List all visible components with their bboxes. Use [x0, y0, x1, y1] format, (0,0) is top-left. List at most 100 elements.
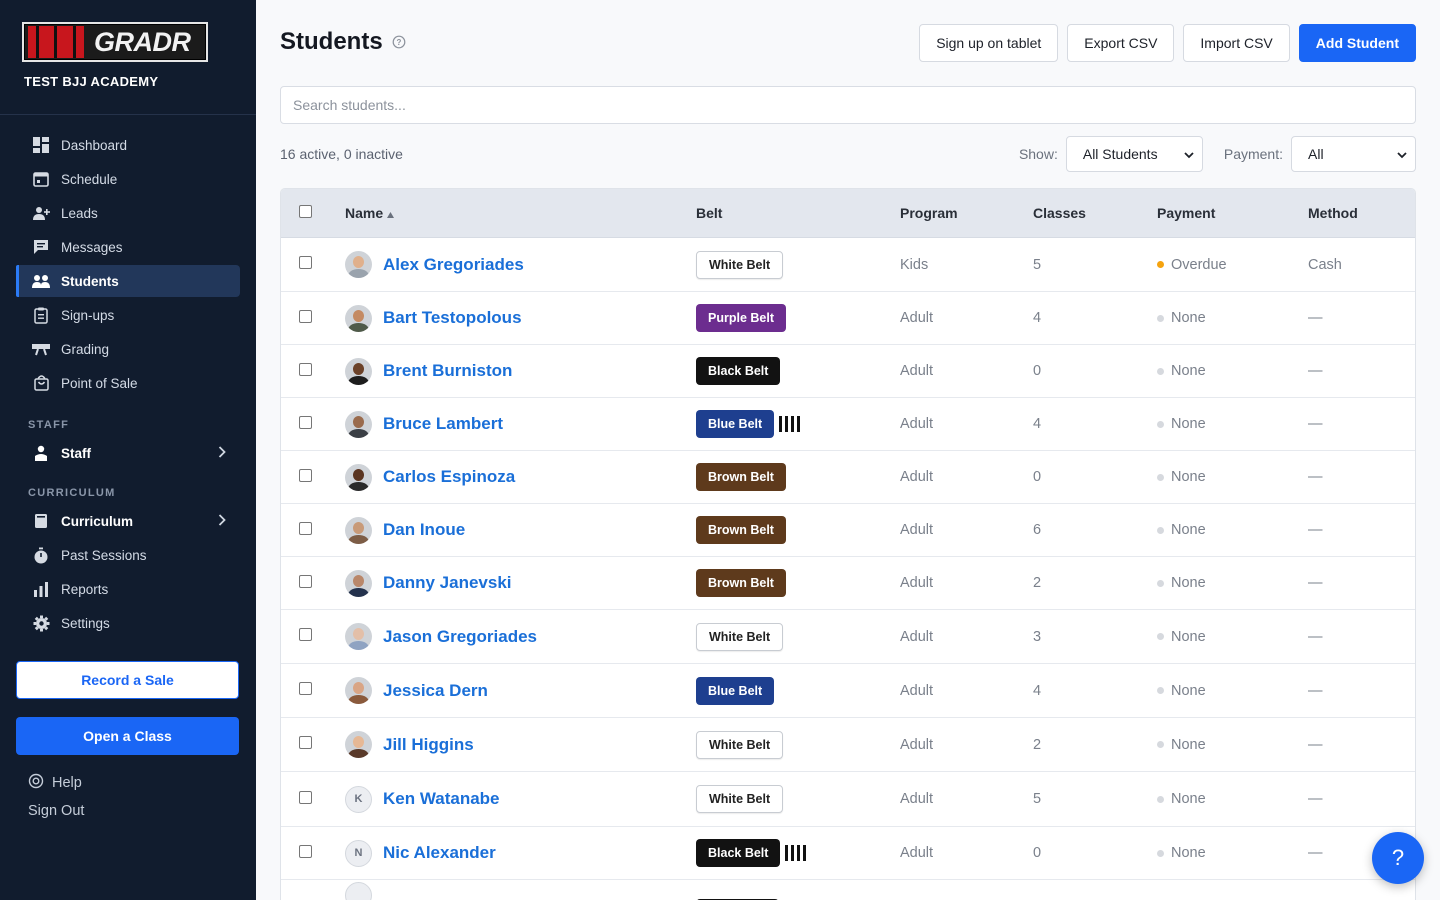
calendar-icon	[32, 170, 50, 188]
student-name-link[interactable]: Jessica Dern	[383, 681, 488, 701]
help-link[interactable]: Help	[28, 773, 82, 793]
sidebar-item-leads[interactable]: Leads	[16, 197, 240, 229]
table-row[interactable]: Dan Inoue Brown Belt Adult 6 None —	[281, 504, 1415, 557]
row-checkbox[interactable]	[299, 844, 312, 858]
program-cell: Adult	[900, 845, 934, 861]
avatar	[345, 357, 372, 385]
staff-section-label: STAFF	[28, 419, 70, 431]
row-checkbox[interactable]	[299, 468, 312, 482]
student-name-link[interactable]: Bart Testopolous	[383, 308, 522, 328]
sidebar-item-settings[interactable]: Settings	[16, 607, 240, 639]
student-name-link[interactable]: Ken Watanabe	[383, 789, 500, 809]
row-select-cell	[281, 468, 345, 486]
sidebar-item-label: Staff	[61, 445, 91, 461]
export-csv-button[interactable]: Export CSV	[1067, 24, 1175, 62]
payment-column-header[interactable]: Payment	[1157, 205, 1308, 221]
sort-ascending-icon	[387, 205, 395, 221]
row-checkbox[interactable]	[299, 521, 312, 535]
table-row[interactable]: Bart Testopolous Purple Belt Adult 4 None —	[281, 292, 1415, 345]
student-name-link[interactable]: Brent Burniston	[383, 361, 512, 381]
table-row[interactable]: Jason Gregoriades White Belt Adult 3 None —	[281, 610, 1415, 664]
row-checkbox[interactable]	[299, 628, 312, 641]
belt-badge: Blue Belt	[696, 410, 775, 438]
sidebar-item-grading[interactable]: Grading	[16, 333, 240, 365]
row-checkbox[interactable]	[299, 790, 312, 804]
table-row[interactable]: K Ken Watanabe White Belt Adult 5 None —	[281, 772, 1415, 827]
student-name-cell: Bart Testopolous	[345, 304, 696, 332]
add-student-button[interactable]: Add Student	[1298, 24, 1416, 62]
student-name-link[interactable]: Jill Higgins	[383, 735, 474, 755]
table-row[interactable]: N Nic Alexander Black Belt Adult 0 None —	[281, 827, 1415, 880]
sidebar-item-dashboard[interactable]: Dashboard	[16, 129, 240, 161]
table-row[interactable]: Bruce Lambert Blue Belt Adult 4 None —	[281, 398, 1415, 451]
show-filter-select[interactable]: All Students	[1065, 136, 1203, 172]
classes-column-header[interactable]: Classes	[1033, 205, 1157, 221]
belt-stripes	[785, 845, 807, 861]
select-all-checkbox[interactable]	[299, 205, 312, 218]
table-row[interactable]: Carlos Espinoza Brown Belt Adult 0 None —	[281, 451, 1415, 504]
student-name-link[interactable]: Danny Janevski	[383, 573, 512, 593]
table-row[interactable]: Jessica Dern Blue Belt Adult 4 None —	[281, 664, 1415, 718]
student-name-link[interactable]: Alex Gregoriades	[383, 255, 524, 275]
student-name-cell: N Nic Alexander	[345, 839, 696, 867]
program-cell: Adult	[900, 416, 934, 432]
method-cell: —	[1308, 416, 1323, 432]
student-name-link[interactable]: Bruce Lambert	[383, 414, 503, 434]
method-column-header[interactable]: Method	[1308, 205, 1415, 221]
name-column-header[interactable]: Name	[345, 205, 696, 221]
sidebar-item-reports[interactable]: Reports	[16, 573, 240, 605]
student-name-link[interactable]: Carlos Espinoza	[383, 467, 515, 487]
table-row[interactable]	[281, 880, 1415, 900]
belt-badge: Blue Belt	[696, 676, 775, 705]
import-csv-button[interactable]: Import CSV	[1183, 24, 1290, 62]
sidebar-item-label: Point of Sale	[61, 375, 138, 391]
program-cell: Adult	[900, 736, 934, 753]
row-checkbox[interactable]	[299, 682, 312, 695]
help-chat-button[interactable]: ?	[1372, 832, 1424, 884]
sidebar-item-sign-ups[interactable]: Sign-ups	[16, 299, 240, 331]
sign-out-link[interactable]: Sign Out	[28, 803, 84, 819]
row-checkbox[interactable]	[299, 736, 312, 749]
sidebar-item-staff[interactable]: Staff	[16, 437, 240, 469]
avatar: N	[345, 839, 372, 867]
sidebar-item-past-sessions[interactable]: Past Sessions	[16, 539, 240, 571]
table-header: Name Belt Program Classes Payment Method	[281, 189, 1415, 238]
payment-cell: None	[1157, 629, 1308, 645]
student-name-link[interactable]: Jason Gregoriades	[383, 627, 537, 647]
row-checkbox[interactable]	[299, 574, 312, 588]
program-column-header[interactable]: Program	[900, 205, 1033, 221]
payment-filter-select[interactable]: All	[1291, 136, 1416, 172]
belt-badge: Brown Belt	[696, 516, 786, 544]
search-input[interactable]	[280, 86, 1416, 124]
belt-column-header[interactable]: Belt	[696, 205, 900, 221]
sidebar-item-messages[interactable]: Messages	[16, 231, 240, 263]
sidebar-item-curriculum[interactable]: Curriculum	[16, 505, 240, 537]
sidebar-item-point-of-sale[interactable]: Point of Sale	[16, 367, 240, 399]
student-name-link[interactable]: Nic Alexander	[383, 843, 496, 863]
table-body: Alex Gregoriades White Belt Kids 5 Overdue Ca…	[281, 238, 1415, 900]
row-checkbox[interactable]	[299, 309, 312, 323]
table-row[interactable]: Jill Higgins White Belt Adult 2 None —	[281, 718, 1415, 772]
avatar	[345, 251, 372, 278]
sidebar-item-students[interactable]: Students	[16, 265, 240, 297]
table-row[interactable]: Alex Gregoriades White Belt Kids 5 Overdue Ca…	[281, 238, 1415, 292]
payment-status: None	[1171, 363, 1206, 379]
sidebar-item-schedule[interactable]: Schedule	[16, 163, 240, 195]
student-name-link[interactable]: Dan Inoue	[383, 520, 465, 540]
table-row[interactable]: Brent Burniston Black Belt Adult 0 None —	[281, 345, 1415, 398]
payment-status-dot	[1157, 687, 1164, 694]
help-circle-icon[interactable]: ?	[392, 28, 406, 56]
record-sale-button[interactable]: Record a Sale	[16, 661, 239, 699]
table-row[interactable]: Danny Janevski Brown Belt Adult 2 None —	[281, 557, 1415, 610]
sign-up-tablet-button[interactable]: Sign up on tablet	[919, 24, 1059, 62]
avatar	[345, 463, 372, 491]
lifebuoy-icon	[28, 773, 44, 793]
payment-status: None	[1171, 522, 1206, 538]
row-checkbox[interactable]	[299, 256, 312, 269]
row-checkbox[interactable]	[299, 415, 312, 429]
gradr-logo[interactable]: GRADR	[22, 22, 208, 62]
belt-cell: Brown Belt	[696, 569, 900, 597]
row-select-cell	[281, 628, 345, 645]
row-checkbox[interactable]	[299, 362, 312, 376]
open-class-button[interactable]: Open a Class	[16, 717, 239, 755]
